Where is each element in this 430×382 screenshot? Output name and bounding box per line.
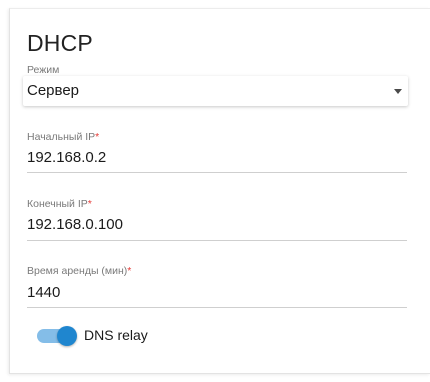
start-ip-label: Начальный IP*	[27, 131, 100, 143]
start-ip-underline	[27, 172, 407, 173]
lease-time-field[interactable]: 1440	[27, 284, 60, 301]
end-ip-underline	[27, 240, 407, 241]
mode-select[interactable]: Сервер	[23, 76, 408, 106]
required-mark: *	[87, 198, 92, 210]
dns-relay-toggle[interactable]	[37, 326, 77, 346]
required-mark: *	[127, 265, 132, 277]
mode-label: Режим	[27, 64, 60, 76]
toggle-knob	[57, 326, 77, 346]
mode-select-value: Сервер	[27, 82, 80, 99]
dns-relay-label: DNS relay	[84, 327, 148, 343]
dhcp-settings-card	[9, 8, 430, 374]
section-title: DHCP	[27, 30, 93, 56]
end-ip-label: Конечный IP*	[27, 198, 92, 210]
end-ip-field[interactable]: 192.168.0.100	[27, 216, 123, 233]
chevron-down-icon	[394, 89, 402, 94]
required-mark: *	[95, 131, 100, 143]
lease-time-underline	[27, 307, 407, 308]
lease-time-label: Время аренды (мин)*	[27, 265, 132, 277]
start-ip-field[interactable]: 192.168.0.2	[27, 149, 106, 166]
